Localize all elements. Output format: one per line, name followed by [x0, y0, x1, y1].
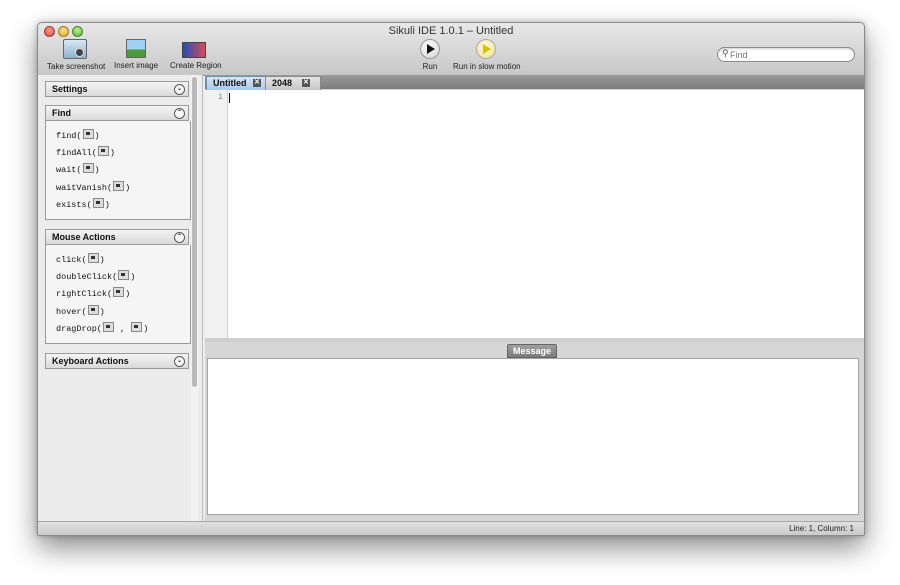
editor-message-splitter[interactable] [205, 338, 864, 342]
text-caret [229, 93, 230, 103]
chevron-down-icon[interactable]: ⌄ [174, 356, 185, 367]
run-button[interactable]: Run [418, 39, 442, 71]
cursor-position: Line: 1, Column: 1 [789, 524, 854, 533]
close-tab-icon[interactable]: ✕ [302, 79, 310, 87]
command-label: click( [56, 255, 87, 265]
image-placeholder-icon [87, 253, 99, 263]
find-panel-header[interactable]: Find ⌃ [45, 105, 189, 121]
editor-area: Untitled ✕ 2048 ✕ 1 Message [205, 75, 864, 521]
image-placeholder-icon [87, 305, 99, 315]
command-label: find( [56, 131, 82, 141]
doubleclick-command[interactable]: doubleClick() [56, 270, 135, 282]
run-label: Run [422, 62, 438, 71]
command-label: dragDrop( [56, 324, 102, 334]
image-placeholder-icon [118, 270, 130, 280]
message-tab[interactable]: Message [507, 344, 557, 358]
search-icon: ⚲ [722, 48, 729, 58]
line-number-gutter: 1 [205, 90, 228, 338]
keyboard-actions-title: Keyboard Actions [52, 356, 129, 366]
dragdrop-command[interactable]: dragDrop( , ) [56, 322, 148, 334]
run-slow-label: Run in slow motion [453, 62, 521, 71]
command-label: findAll( [56, 148, 97, 158]
rightclick-command[interactable]: rightClick() [56, 287, 130, 299]
status-bar: Line: 1, Column: 1 [38, 521, 864, 535]
image-placeholder-icon [82, 163, 94, 173]
play-icon [420, 39, 440, 59]
chevron-down-icon[interactable]: ⌄ [174, 84, 185, 95]
close-tab-icon[interactable]: ✕ [253, 79, 261, 87]
window-title: Sikuli IDE 1.0.1 – Untitled [388, 25, 514, 37]
command-label: waitVanish( [56, 183, 113, 193]
find-command[interactable]: find() [56, 129, 100, 141]
command-sidebar: Settings ⌄ Find ⌃ find() findAll() wait(… [38, 75, 203, 521]
image-placeholder-icon [113, 287, 125, 297]
image-placeholder-icon [97, 146, 109, 156]
insert-image-button[interactable]: Insert image [114, 39, 158, 70]
command-label: doubleClick( [56, 272, 118, 282]
sidebar-scrollbar-thumb[interactable] [192, 77, 197, 387]
titlebar: Sikuli IDE 1.0.1 – Untitled Take screens… [38, 23, 864, 76]
click-command[interactable]: click() [56, 253, 105, 265]
chevron-up-icon[interactable]: ⌃ [174, 232, 185, 243]
tab-label: Untitled [213, 78, 247, 88]
code-editor[interactable]: 1 [205, 90, 864, 339]
image-placeholder-icon [131, 322, 143, 332]
sikuli-ide-window: Sikuli IDE 1.0.1 – Untitled Take screens… [37, 22, 865, 536]
line-number: 1 [217, 92, 223, 102]
command-label: wait( [56, 165, 82, 175]
take-screenshot-label: Take screenshot [47, 62, 106, 71]
waitvanish-command[interactable]: waitVanish() [56, 181, 130, 193]
camera-icon [63, 39, 87, 59]
search-field[interactable]: ⚲ [717, 47, 855, 62]
command-label: hover( [56, 307, 87, 317]
chevron-up-icon[interactable]: ⌃ [174, 108, 185, 119]
message-console[interactable] [207, 358, 859, 515]
wait-command[interactable]: wait() [56, 163, 100, 175]
image-placeholder-icon [102, 322, 114, 332]
create-region-button[interactable]: Create Region [170, 39, 222, 70]
image-placeholder-icon [113, 181, 125, 191]
settings-panel-header[interactable]: Settings ⌄ [45, 81, 189, 97]
slow-play-icon [476, 39, 496, 59]
image-placeholder-icon [82, 129, 94, 139]
find-title: Find [52, 108, 71, 118]
image-placeholder-icon [92, 198, 104, 208]
create-region-label: Create Region [170, 61, 222, 70]
search-input[interactable] [730, 48, 848, 61]
findall-command[interactable]: findAll() [56, 146, 115, 158]
tab-label: 2048 [272, 78, 293, 88]
tab-untitled[interactable]: Untitled ✕ [206, 76, 270, 90]
mouse-actions-panel-body: click() doubleClick() rightClick() hover… [45, 245, 191, 344]
region-icon [182, 42, 206, 58]
hover-command[interactable]: hover() [56, 305, 105, 317]
insert-image-label: Insert image [114, 61, 159, 70]
settings-title: Settings [52, 84, 88, 94]
find-panel-body: find() findAll() wait() waitVanish() exi… [45, 121, 191, 220]
take-screenshot-button[interactable]: Take screenshot [47, 39, 106, 71]
editor-tab-bar: Untitled ✕ 2048 ✕ [205, 75, 864, 90]
mouse-actions-title: Mouse Actions [52, 232, 116, 242]
keyboard-actions-panel-header[interactable]: Keyboard Actions ⌄ [45, 353, 189, 369]
exists-command[interactable]: exists() [56, 198, 110, 210]
image-icon [126, 39, 146, 58]
tab-2048[interactable]: 2048 ✕ [265, 76, 321, 90]
run-slow-motion-button[interactable]: Run in slow motion [453, 39, 521, 71]
command-label: exists( [56, 200, 92, 210]
mouse-actions-panel-header[interactable]: Mouse Actions ⌃ [45, 229, 189, 245]
command-label: rightClick( [56, 289, 113, 299]
